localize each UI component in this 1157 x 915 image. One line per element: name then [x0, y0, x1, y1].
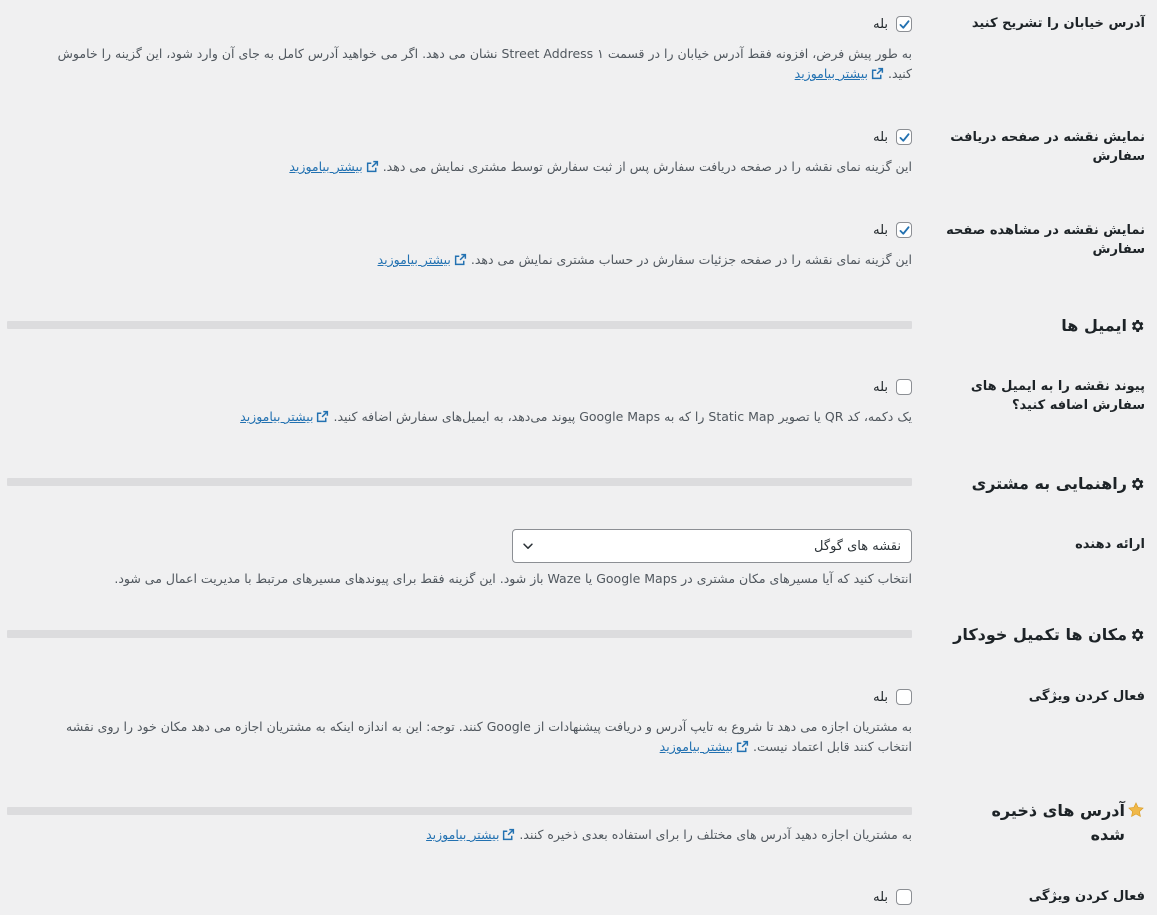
section-title-text: راهنمایی به مشتری: [971, 474, 1127, 493]
street-address-label: آدرس خیابان را تشریح کنید: [971, 16, 1145, 31]
autocomplete-enable-description: به مشتریان اجازه می دهد تا شروع به تایپ …: [32, 717, 912, 759]
section-divider: [7, 630, 912, 638]
autocomplete-enable-checkbox-row[interactable]: بله: [32, 687, 912, 707]
checkmark-icon: [899, 19, 909, 29]
map-link-emails-field: بله یک دکمه، کد QR یا تصویر Static Map ر…: [32, 377, 912, 429]
autocomplete-section-title: مکان ها تکمیل خودکار: [945, 623, 1145, 647]
description-text: یک دکمه، کد QR یا تصویر Static Map را که…: [333, 409, 912, 424]
yes-label: بله: [873, 16, 888, 32]
settings-page: آدرس خیابان را تشریح کنید بله به طور پیش…: [0, 0, 1157, 915]
street-address-field: بله به طور پیش فرض، افزونه فقط آدرس خیاب…: [32, 14, 912, 86]
section-title-text: ایمیل ها: [1061, 316, 1127, 335]
external-link-icon: [316, 409, 329, 429]
provider-label: ارائه دهنده: [1075, 537, 1145, 552]
map-link-emails-checkbox[interactable]: [896, 379, 912, 395]
saved-addresses-description: به مشتریان اجازه دهید آدرس های مختلف را …: [32, 825, 912, 847]
description-text: به مشتریان اجازه می دهد تا شروع به تایپ …: [66, 719, 912, 754]
external-link-icon: [871, 66, 884, 86]
provider-selected-value: نقشه های گوگل: [814, 538, 901, 554]
provider-field: نقشه های گوگل انتخاب کنید که آیا مسیرهای…: [32, 529, 912, 589]
learn-more-link[interactable]: بیشتر بیاموزید: [795, 66, 884, 81]
description-text: به مشتریان اجازه دهید آدرس های مختلف را …: [519, 827, 912, 842]
emails-section-title: ایمیل ها: [945, 314, 1145, 338]
external-link-icon: [454, 252, 467, 272]
learn-more-link[interactable]: بیشتر بیاموزید: [660, 739, 749, 754]
autocomplete-enable-checkbox[interactable]: [896, 689, 912, 705]
map-view-order-checkbox-row[interactable]: بله: [32, 220, 912, 240]
checkmark-icon: [899, 225, 909, 235]
yes-label: بله: [873, 379, 888, 395]
learn-more-link[interactable]: بیشتر بیاموزید: [426, 827, 515, 842]
learn-more-link[interactable]: بیشتر بیاموزید: [378, 252, 467, 267]
external-link-icon: [736, 739, 749, 759]
learn-more-link[interactable]: بیشتر بیاموزید: [240, 409, 329, 424]
yes-label: بله: [873, 129, 888, 145]
checkmark-icon: [899, 132, 909, 142]
map-link-emails-description: یک دکمه، کد QR یا تصویر Static Map را که…: [32, 407, 912, 429]
map-view-order-field: بله این گزینه نمای نقشه را در صفحه جزئیا…: [32, 220, 912, 272]
description-text: به طور پیش فرض، افزونه فقط آدرس خیابان ر…: [57, 46, 912, 81]
yes-label: بله: [873, 222, 888, 238]
map-thankyou-description: این گزینه نمای نقشه را در صفحه دریافت سف…: [32, 157, 912, 179]
external-link-icon: [366, 159, 379, 179]
yes-label: بله: [873, 889, 888, 905]
map-thankyou-field: بله این گزینه نمای نقشه را در صفحه دریاف…: [32, 127, 912, 179]
section-title-text: آدرس های ذخیره شده: [991, 801, 1125, 844]
section-divider: [7, 321, 912, 329]
map-view-order-checkbox[interactable]: [896, 222, 912, 238]
saved-addresses-enable-label: فعال کردن ویژگی: [1028, 889, 1145, 904]
map-link-emails-label: پیوند نقشه را به ایمیل های سفارش اضافه ک…: [970, 379, 1145, 413]
yes-label: بله: [873, 689, 888, 705]
description-text: این گزینه نمای نقشه را در صفحه دریافت سف…: [382, 159, 912, 174]
external-link-icon: [502, 827, 515, 847]
saved-addresses-intro: به مشتریان اجازه دهید آدرس های مختلف را …: [32, 815, 912, 847]
provider-select[interactable]: نقشه های گوگل: [512, 529, 912, 563]
section-title-text: مکان ها تکمیل خودکار: [953, 625, 1127, 644]
street-address-checkbox-row[interactable]: بله: [32, 14, 912, 34]
gear-icon: [1131, 629, 1144, 641]
section-divider: [7, 478, 912, 486]
saved-addresses-enable-checkbox[interactable]: [896, 889, 912, 905]
street-address-checkbox[interactable]: [896, 16, 912, 32]
description-text: این گزینه نمای نقشه را در صفحه جزئیات سف…: [470, 252, 912, 267]
gear-icon: [1131, 320, 1144, 332]
map-view-order-description: این گزینه نمای نقشه را در صفحه جزئیات سف…: [32, 250, 912, 272]
star-icon: [1128, 802, 1144, 818]
map-thankyou-label: نمایش نقشه در صفحه دریافت سفارش: [950, 130, 1145, 164]
autocomplete-enable-label: فعال کردن ویژگی: [1028, 689, 1145, 704]
saved-addresses-enable-field: بله: [32, 887, 912, 907]
saved-addresses-section-title: آدرس های ذخیره شده: [975, 799, 1145, 847]
directions-section-title: راهنمایی به مشتری: [945, 472, 1145, 496]
map-link-emails-checkbox-row[interactable]: بله: [32, 377, 912, 397]
saved-addresses-enable-checkbox-row[interactable]: بله: [32, 887, 912, 907]
chevron-down-icon: [523, 543, 533, 549]
autocomplete-enable-field: بله به مشتریان اجازه می دهد تا شروع به ت…: [32, 687, 912, 759]
gear-icon: [1131, 478, 1144, 490]
street-address-description: به طور پیش فرض، افزونه فقط آدرس خیابان ر…: [32, 44, 912, 86]
section-divider: [7, 807, 912, 815]
learn-more-link[interactable]: بیشتر بیاموزید: [289, 159, 378, 174]
map-view-order-label: نمایش نقشه در مشاهده صفحه سفارش: [946, 223, 1145, 257]
map-thankyou-checkbox-row[interactable]: بله: [32, 127, 912, 147]
provider-description: انتخاب کنید که آیا مسیرهای مکان مشتری در…: [114, 571, 912, 586]
map-thankyou-checkbox[interactable]: [896, 129, 912, 145]
